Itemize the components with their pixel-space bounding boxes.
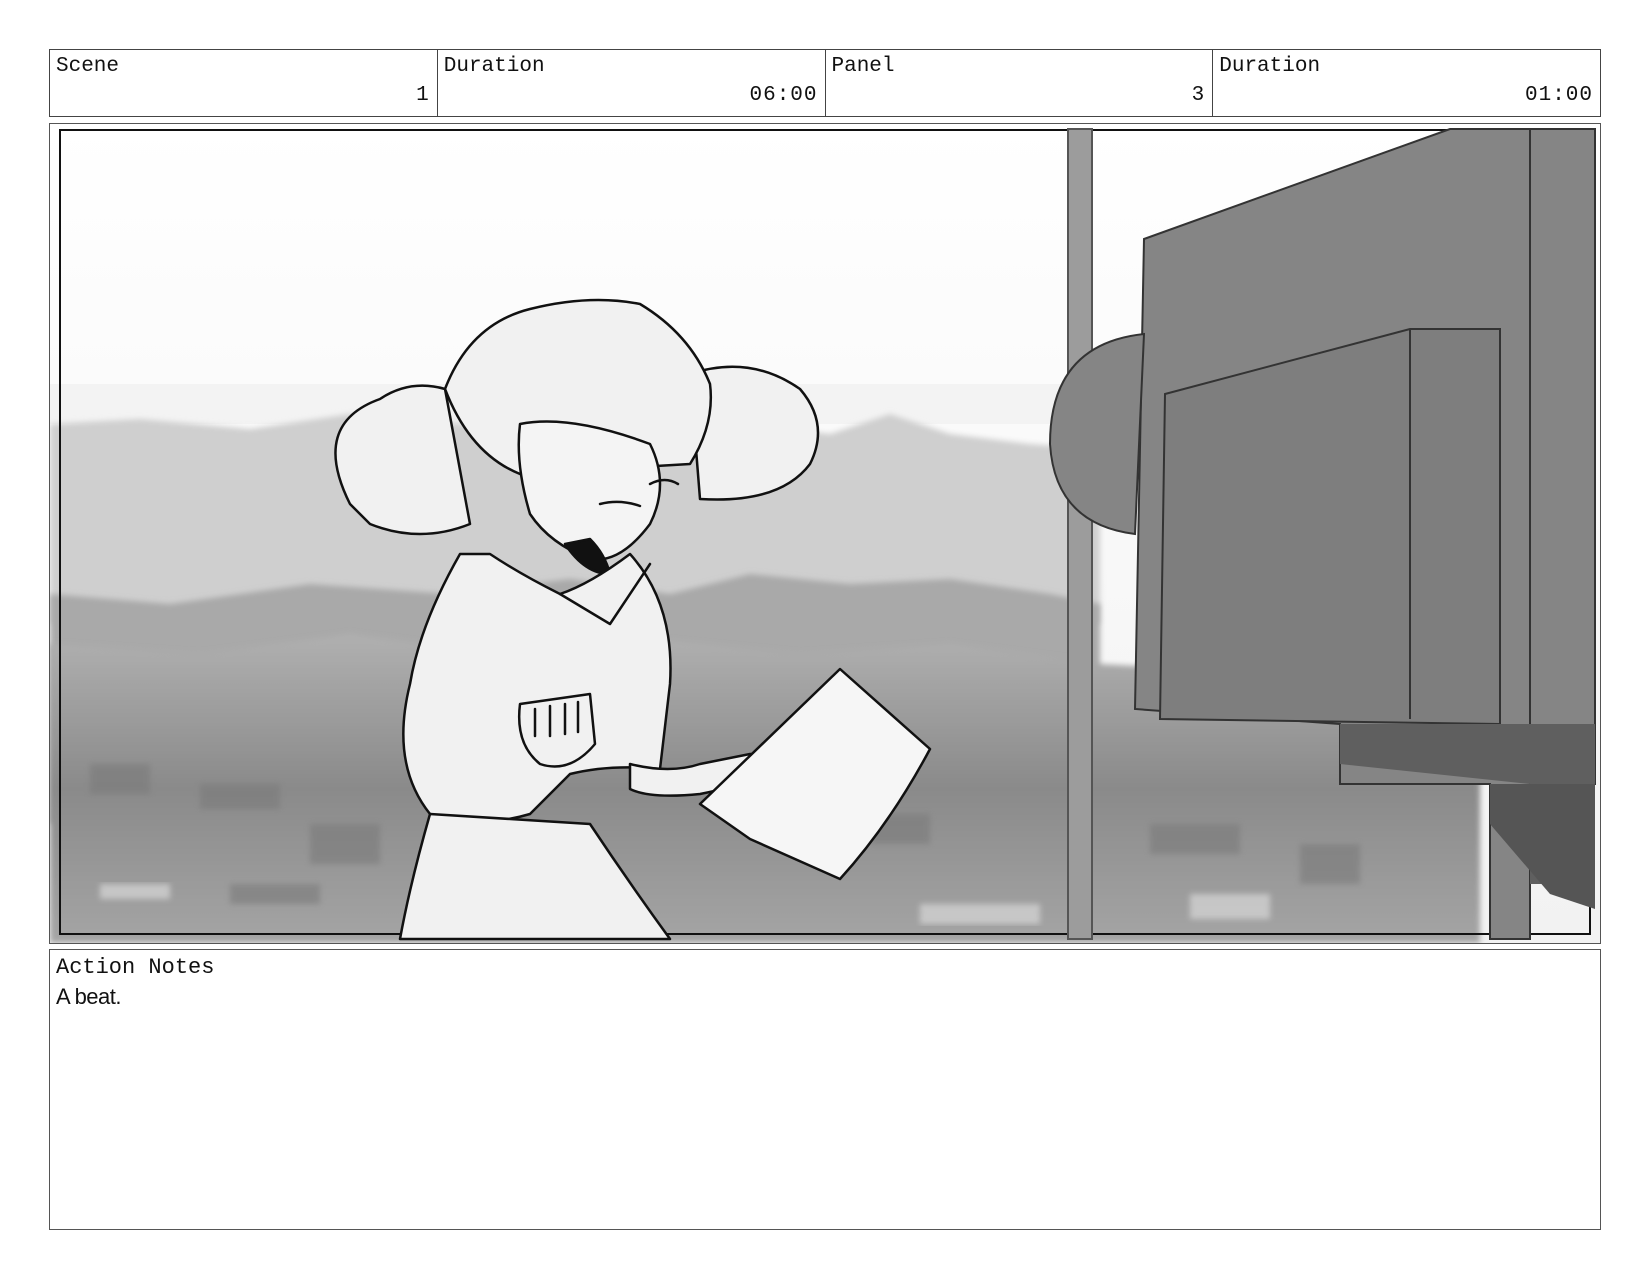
scene-cell: Scene 1: [50, 50, 438, 116]
scene-duration-label: Duration: [443, 55, 545, 78]
storyboard-header: Scene 1 Duration 06:00 Panel 3 Duration …: [49, 49, 1601, 117]
panel-duration-label: Duration: [1219, 55, 1321, 78]
panel-label: Panel: [831, 55, 895, 78]
action-notes-box: Action Notes A beat.: [49, 949, 1601, 1230]
panel-sketch-image: [50, 124, 1600, 943]
panel-number: 3: [1191, 84, 1206, 107]
panel-cell: Panel 3: [826, 50, 1214, 116]
action-notes-label: Action Notes: [56, 955, 215, 980]
storyboard-panel-frame: [49, 123, 1601, 944]
action-notes-text: A beat.: [56, 984, 122, 1009]
scene-duration-cell: Duration 06:00: [438, 50, 826, 116]
scene-number: 1: [416, 84, 430, 107]
scene-duration-value: 06:00: [749, 84, 818, 107]
panel-duration-value: 01:00: [1524, 84, 1593, 107]
scene-label: Scene: [56, 55, 120, 78]
panel-duration-cell: Duration 01:00: [1213, 50, 1600, 116]
